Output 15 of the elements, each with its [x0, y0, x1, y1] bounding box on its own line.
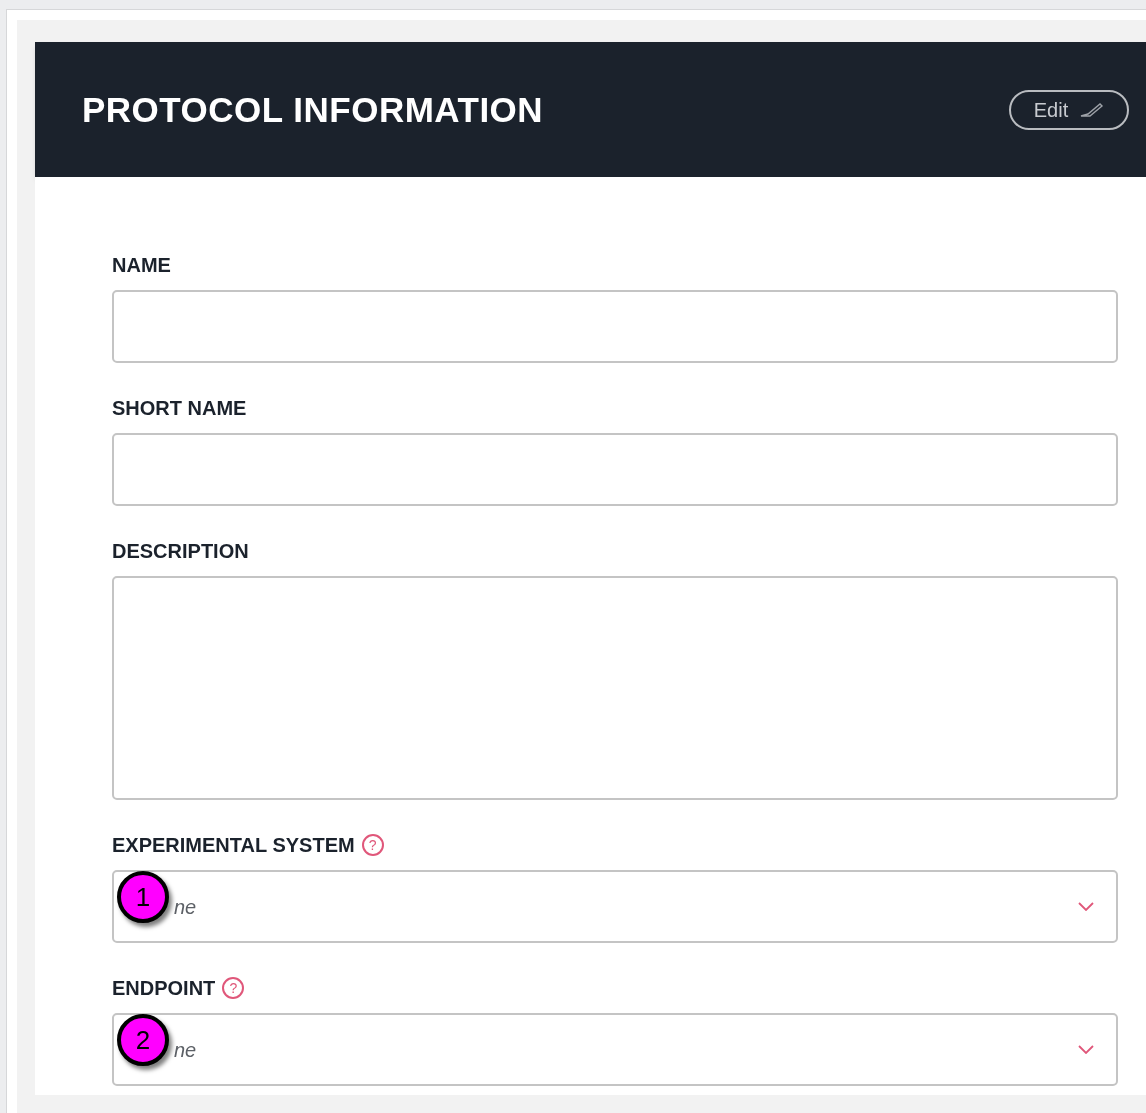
help-icon[interactable]: ? [222, 977, 245, 999]
pencil-icon [1080, 102, 1105, 117]
field-label: NAME [112, 253, 171, 277]
section-title: PROTOCOL INFORMATION [82, 92, 544, 127]
chevron-down-icon [1078, 1045, 1094, 1054]
field-label: SHORT NAME [112, 396, 247, 420]
field-label: ENDPOINT [112, 976, 216, 1000]
help-icon[interactable]: ? [361, 834, 384, 856]
field-label: DESCRIPTION [112, 539, 249, 563]
chevron-down-icon [1078, 902, 1094, 911]
edit-button[interactable]: Edit [1009, 89, 1129, 130]
text-field[interactable] [112, 290, 1118, 363]
description-field[interactable] [112, 576, 1118, 800]
text-field[interactable] [112, 433, 1118, 506]
field-label: EXPERIMENTAL SYSTEM [112, 833, 355, 857]
